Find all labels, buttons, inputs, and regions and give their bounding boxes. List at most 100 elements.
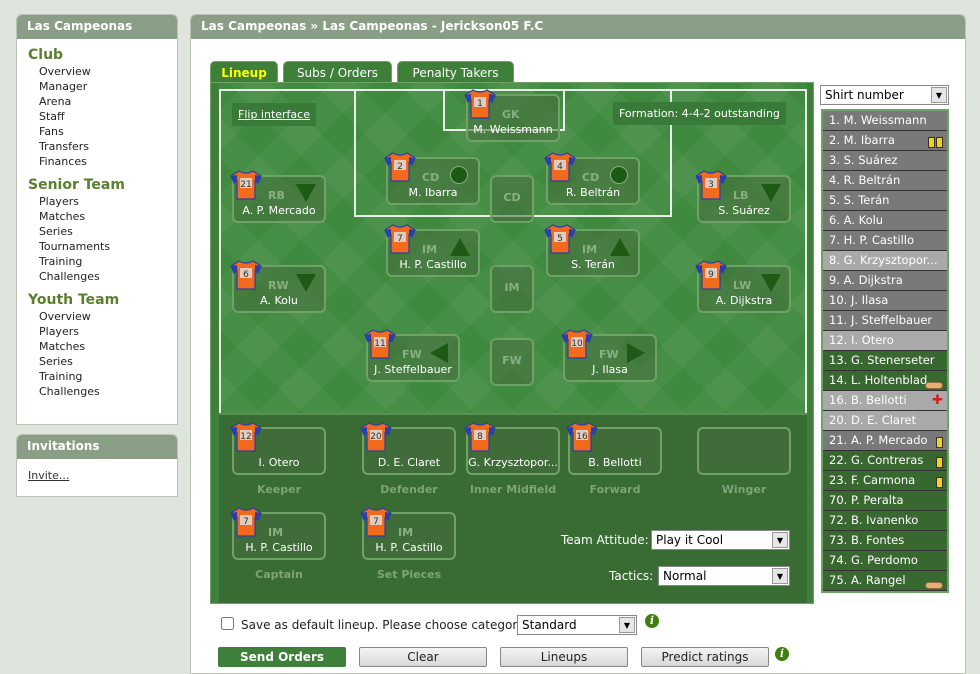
lineup-slot-cd[interactable]: 4 CD R. Beltrán: [544, 152, 640, 205]
shirt-number: 12: [240, 432, 251, 442]
lineup-slot-im[interactable]: 5 IM S. Terán: [544, 224, 640, 277]
arrow-down-icon[interactable]: [761, 274, 781, 292]
clear-button[interactable]: Clear: [359, 647, 487, 667]
lineup-slot-lw[interactable]: 9 LW A. Dijkstra: [695, 260, 791, 313]
sort-select[interactable]: Shirt number ▼: [820, 85, 949, 105]
position-label: FW: [502, 354, 522, 367]
player-list-item[interactable]: 4. R. Beltrán: [823, 171, 947, 191]
lineup-slot-fw[interactable]: 10 FW J. Ilasa: [561, 329, 657, 382]
player-list-item[interactable]: 12. I. Otero: [823, 331, 947, 351]
lineup-slot-gk[interactable]: 1 GK M. Weissmann: [464, 89, 560, 142]
player-list-item[interactable]: 75. A. Rangel: [823, 571, 947, 591]
nav-item[interactable]: Transfers: [39, 139, 177, 154]
lineup-slot-im[interactable]: 7 IM H. P. Castillo: [384, 224, 480, 277]
player-list-item[interactable]: 11. J. Steffelbauer: [823, 311, 947, 331]
arrow-right-icon[interactable]: [627, 343, 645, 363]
send-orders-button[interactable]: Send Orders: [218, 647, 346, 667]
player-list-label: 7. H. P. Castillo: [829, 233, 915, 247]
info-icon[interactable]: i: [645, 614, 659, 628]
player-list-item[interactable]: 72. B. Ivanenko: [823, 511, 947, 531]
injury-cross-icon: ✚: [932, 393, 943, 408]
nav-item[interactable]: Overview: [39, 64, 177, 79]
normal-order-icon[interactable]: [450, 166, 468, 184]
nav-item[interactable]: Training: [39, 369, 177, 384]
lineup-slot-fw[interactable]: 11 FW J. Steffelbauer: [364, 329, 460, 382]
player-list-item[interactable]: 23. F. Carmona: [823, 471, 947, 491]
nav-item[interactable]: Staff: [39, 109, 177, 124]
nav-item[interactable]: Matches: [39, 209, 177, 224]
player-list-item[interactable]: 74. G. Perdomo: [823, 551, 947, 571]
nav-item[interactable]: Fans: [39, 124, 177, 139]
empty-slot[interactable]: FW: [490, 338, 534, 386]
substitute-slot[interactable]: 8 G. Krzysztopor...: [464, 422, 560, 475]
arrow-down-icon[interactable]: [296, 274, 316, 292]
flip-interface-link[interactable]: Flip interface: [232, 103, 316, 126]
nav-item[interactable]: Challenges: [39, 384, 177, 399]
tab-subs-orders[interactable]: Subs / Orders: [283, 61, 392, 83]
info-icon[interactable]: i: [775, 647, 789, 661]
player-list-item[interactable]: 3. S. Suárez: [823, 151, 947, 171]
arrow-left-icon[interactable]: [430, 343, 448, 363]
player-list-label: 22. G. Contreras: [829, 453, 924, 467]
empty-slot[interactable]: CD: [490, 175, 534, 223]
normal-order-icon[interactable]: [610, 166, 628, 184]
slot-role-label: Forward: [589, 483, 641, 496]
nav-item[interactable]: Finances: [39, 154, 177, 169]
player-list-item[interactable]: 73. B. Fontes: [823, 531, 947, 551]
arrow-down-icon[interactable]: [761, 184, 781, 202]
nav-item[interactable]: Series: [39, 354, 177, 369]
player-list-item[interactable]: 5. S. Terán: [823, 191, 947, 211]
player-name: D. E. Claret: [377, 456, 441, 469]
player-list-item[interactable]: 6. A. Kolu: [823, 211, 947, 231]
player-list-label: 6. A. Kolu: [829, 213, 884, 227]
arrow-up-icon[interactable]: [610, 238, 630, 256]
substitute-slot[interactable]: 20 D. E. Claret: [360, 422, 456, 475]
team-attitude-select[interactable]: Play it Cool ▼: [651, 530, 790, 550]
player-list-label: 20. D. E. Claret: [829, 413, 917, 427]
player-list-item[interactable]: 14. L. Holtenblad: [823, 371, 947, 391]
special-role-slot[interactable]: 7 IM H. P. Castillo: [360, 507, 456, 560]
arrow-up-icon[interactable]: [450, 238, 470, 256]
nav-item[interactable]: Series: [39, 224, 177, 239]
nav-item[interactable]: Players: [39, 194, 177, 209]
lineups-button[interactable]: Lineups: [500, 647, 628, 667]
player-list-item[interactable]: 16. B. Bellotti ✚: [823, 391, 947, 411]
nav-item[interactable]: Challenges: [39, 269, 177, 284]
tactics-select[interactable]: Normal ▼: [658, 566, 790, 586]
lineup-slot-cd[interactable]: 2 CD M. Ibarra: [384, 152, 480, 205]
substitute-slot[interactable]: [697, 427, 791, 475]
player-list-item[interactable]: 2. M. Ibarra: [823, 131, 947, 151]
player-list-item[interactable]: 10. J. Ilasa: [823, 291, 947, 311]
lineup-slot-rw[interactable]: 6 RW A. Kolu: [230, 260, 326, 313]
nav-item[interactable]: Manager: [39, 79, 177, 94]
player-list-item[interactable]: 9. A. Dijkstra: [823, 271, 947, 291]
player-list-item[interactable]: 70. P. Peralta: [823, 491, 947, 511]
player-list-item[interactable]: 22. G. Contreras: [823, 451, 947, 471]
player-list-item[interactable]: 8. G. Krzysztopor...: [823, 251, 947, 271]
tab-penalty-takers[interactable]: Penalty Takers: [397, 61, 514, 83]
player-list-item[interactable]: 21. A. P. Mercado: [823, 431, 947, 451]
nav-item[interactable]: Players: [39, 324, 177, 339]
nav-item[interactable]: Tournaments: [39, 239, 177, 254]
substitute-slot[interactable]: 12 I. Otero: [230, 422, 326, 475]
nav-item[interactable]: Training: [39, 254, 177, 269]
category-select[interactable]: Standard ▼: [517, 615, 637, 635]
lineup-slot-lb[interactable]: 3 LB S. Suárez: [695, 170, 791, 223]
player-list-item[interactable]: 13. G. Stenerseter: [823, 351, 947, 371]
lineup-slot-rb[interactable]: 21 RB A. P. Mercado: [230, 170, 326, 223]
empty-slot[interactable]: IM: [490, 265, 534, 313]
predict-ratings-button[interactable]: Predict ratings: [641, 647, 769, 667]
tab-lineup[interactable]: Lineup: [210, 61, 278, 83]
nav-item[interactable]: Arena: [39, 94, 177, 109]
nav-item[interactable]: Matches: [39, 339, 177, 354]
player-list-item[interactable]: 7. H. P. Castillo: [823, 231, 947, 251]
invite-link[interactable]: Invite...: [28, 469, 69, 482]
shirt-icon: 9: [695, 259, 727, 291]
arrow-down-icon[interactable]: [296, 184, 316, 202]
player-list-item[interactable]: 1. M. Weissmann: [823, 111, 947, 131]
special-role-slot[interactable]: 7 IM H. P. Castillo: [230, 507, 326, 560]
save-default-checkbox[interactable]: [221, 617, 234, 630]
player-list-item[interactable]: 20. D. E. Claret: [823, 411, 947, 431]
nav-item[interactable]: Overview: [39, 309, 177, 324]
substitute-slot[interactable]: 16 B. Bellotti: [566, 422, 662, 475]
